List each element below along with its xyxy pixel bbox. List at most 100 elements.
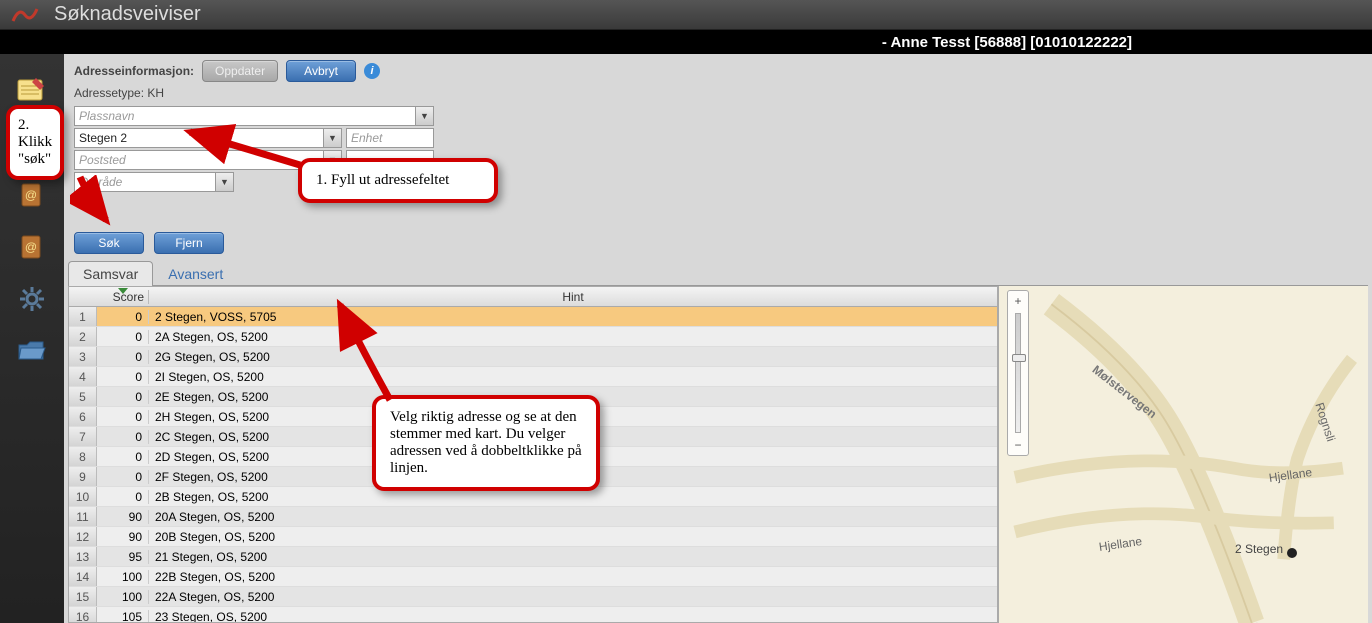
area-combo[interactable]: Område ▼ [74,172,234,192]
search-button[interactable]: Søk [74,232,144,254]
table-row[interactable]: 1410022B Stegen, OS, 5200 [69,567,997,587]
map-zoom-out-button[interactable]: − [1010,437,1026,453]
row-score: 90 [97,510,149,524]
street-combo[interactable]: Stegen 2 ▼ [74,128,342,148]
placename-placeholder: Plassnavn [75,109,415,123]
table-row[interactable]: 302G Stegen, OS, 5200 [69,347,997,367]
row-hint: 2I Stegen, OS, 5200 [149,370,997,384]
placename-combo[interactable]: Plassnavn ▼ [74,106,434,126]
table-row[interactable]: 202A Stegen, OS, 5200 [69,327,997,347]
map-marker-label: 2 Stegen [1235,542,1283,556]
callout-click-search: 2. Klikk "søk" [6,105,64,180]
sidebar-folder-icon[interactable] [14,336,50,366]
row-number: 11 [69,507,97,526]
row-number: 13 [69,547,97,566]
row-score: 0 [97,410,149,424]
tab-match[interactable]: Samsvar [68,261,153,286]
row-number: 1 [69,307,97,326]
row-number: 5 [69,387,97,406]
postcode-placeholder: Poststed [75,153,323,167]
results-area: Score Hint 102 Stegen, VOSS, 5705202A St… [64,286,1372,623]
table-row[interactable]: 119020A Stegen, OS, 5200 [69,507,997,527]
table-row[interactable]: 139521 Stegen, OS, 5200 [69,547,997,567]
row-hint: 2G Stegen, OS, 5200 [149,350,997,364]
row-hint: 22A Stegen, OS, 5200 [149,590,997,604]
row-score: 0 [97,370,149,384]
address-type-value: KH [147,86,164,100]
row-number: 3 [69,347,97,366]
user-bar: - Anne Tesst [56888] [01010122222] [0,30,1372,54]
row-hint: 2 Stegen, VOSS, 5705 [149,310,997,324]
map-canvas [999,286,1368,623]
unit-placeholder: Enhet [347,131,433,145]
map-zoom-thumb[interactable] [1012,354,1026,362]
callout-select-address: Velg riktig adresse og se at den stemmer… [372,395,600,491]
result-tabs: Samsvar Avansert [68,260,1368,286]
row-hint: 20A Stegen, OS, 5200 [149,510,997,524]
map-marker [1287,548,1297,558]
row-number: 7 [69,427,97,446]
user-display: - Anne Tesst [56888] [01010122222] [882,34,1132,51]
sidebar-addressbook-icon[interactable]: @ [14,180,50,210]
row-hint: 22B Stegen, OS, 5200 [149,570,997,584]
street-value: Stegen 2 [75,131,323,145]
top-bar: Søknadsveiviser [0,0,1372,30]
row-hint: 2B Stegen, OS, 5200 [149,490,997,504]
unit-combo[interactable]: Enhet [346,128,434,148]
row-number: 16 [69,607,97,622]
chevron-down-icon[interactable]: ▼ [323,129,341,147]
info-icon[interactable]: i [364,63,380,79]
clear-button[interactable]: Fjern [154,232,224,254]
row-score: 105 [97,610,149,623]
sort-desc-icon [118,288,128,294]
row-score: 0 [97,350,149,364]
app-logo [10,5,40,25]
section-header: Adresseinformasjon: Oppdater Avbryt i [64,54,1372,84]
row-number: 14 [69,567,97,586]
table-row[interactable]: 402I Stegen, OS, 5200 [69,367,997,387]
tab-advanced[interactable]: Avansert [153,261,238,286]
address-type-row: Adressetype: KH [64,84,1372,106]
row-score: 0 [97,390,149,404]
row-score: 0 [97,310,149,324]
row-score: 100 [97,570,149,584]
row-number: 2 [69,327,97,346]
table-row[interactable]: 1510022A Stegen, OS, 5200 [69,587,997,607]
row-hint: 20B Stegen, OS, 5200 [149,530,997,544]
map-zoom-control: + − [1007,290,1029,456]
search-button-row: Søk Fjern [64,226,1372,260]
table-row[interactable]: 102 Stegen, VOSS, 5705 [69,307,997,327]
row-hint: 2A Stegen, OS, 5200 [149,330,997,344]
row-score: 95 [97,550,149,564]
row-score: 0 [97,450,149,464]
cancel-button[interactable]: Avbryt [286,60,356,82]
sidebar-settings-icon[interactable] [14,284,50,314]
map-zoom-in-button[interactable]: + [1010,293,1026,309]
main-panel: Adresseinformasjon: Oppdater Avbryt i Ad… [64,54,1372,623]
grid-header-hint[interactable]: Hint [149,290,997,304]
row-hint: 23 Stegen, OS, 5200 [149,610,997,623]
grid-header-score[interactable]: Score [97,290,149,304]
row-hint: 21 Stegen, OS, 5200 [149,550,997,564]
grid-header: Score Hint [69,287,997,307]
row-number: 15 [69,587,97,606]
chevron-down-icon[interactable]: ▼ [215,173,233,191]
svg-text:@: @ [25,240,37,254]
row-number: 9 [69,467,97,486]
table-row[interactable]: 1610523 Stegen, OS, 5200 [69,607,997,622]
sidebar-notes-icon[interactable] [14,76,50,106]
section-label: Adresseinformasjon: [74,64,194,78]
sidebar-addressbook2-icon[interactable]: @ [14,232,50,262]
row-number: 4 [69,367,97,386]
row-score: 90 [97,530,149,544]
row-number: 12 [69,527,97,546]
row-number: 6 [69,407,97,426]
map-pane[interactable]: Mølstervegen Rognsli Hjellane Hjellane S… [998,286,1368,623]
row-score: 0 [97,490,149,504]
row-number: 10 [69,487,97,506]
row-score: 0 [97,430,149,444]
chevron-down-icon[interactable]: ▼ [415,107,433,125]
row-score: 100 [97,590,149,604]
table-row[interactable]: 129020B Stegen, OS, 5200 [69,527,997,547]
map-zoom-slider[interactable] [1015,313,1021,433]
